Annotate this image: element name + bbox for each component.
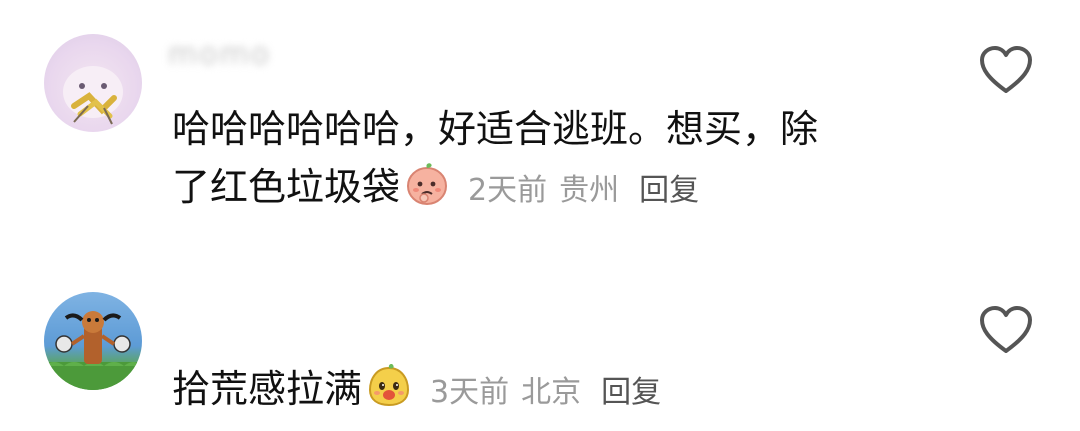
comment-time: 2天前 — [468, 173, 548, 208]
comment-item: 拾荒感拉满 3天前 北京 回复 — [0, 262, 1080, 431]
comment-item: momo 哈哈哈哈哈哈，好适合逃班。想买，除 了红色垃圾袋 2天前 贵州 回复 — [0, 0, 1080, 240]
avatar-image — [44, 311, 142, 390]
yellow-blob-emoji — [369, 364, 410, 407]
peach-face-emoji — [407, 163, 448, 205]
comment-text: 拾荒感拉满 3天前 北京 回复 — [172, 360, 912, 422]
avatar[interactable] — [44, 292, 142, 390]
avatar[interactable] — [44, 34, 142, 132]
comment-location: 北京 — [521, 375, 582, 410]
username[interactable]: momo — [168, 40, 288, 70]
reply-button[interactable]: 回复 — [601, 375, 661, 410]
reply-button[interactable]: 回复 — [639, 173, 699, 208]
username[interactable] — [168, 298, 336, 328]
comment-text-line-with-meta: 拾荒感拉满 3天前 北京 回复 — [172, 360, 912, 422]
comment-text-line: 了红色垃圾袋 — [172, 165, 401, 209]
comment-text-line-with-meta: 了红色垃圾袋 2天前 贵州 回复 — [172, 158, 912, 220]
comment-location: 贵州 — [559, 173, 620, 208]
comment-time: 3天前 — [430, 375, 510, 410]
comment-text: 哈哈哈哈哈哈，好适合逃班。想买，除 了红色垃圾袋 2天前 贵州 回复 — [172, 100, 912, 220]
heart-outline-icon[interactable] — [978, 44, 1034, 96]
comment-text-line: 拾荒感拉满 — [172, 367, 363, 411]
heart-outline-icon[interactable] — [978, 304, 1034, 356]
comment-text-line: 哈哈哈哈哈哈，好适合逃班。想买，除 — [172, 107, 819, 151]
avatar-image — [63, 66, 123, 125]
